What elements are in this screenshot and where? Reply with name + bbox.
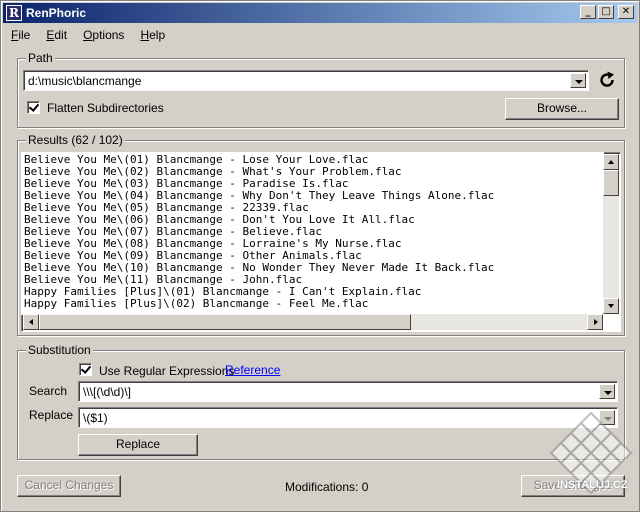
reference-link[interactable]: Reference <box>225 363 280 377</box>
menu-help[interactable]: Help <box>132 25 173 45</box>
scroll-up-icon[interactable] <box>603 154 619 170</box>
replace-label: Replace <box>29 408 74 422</box>
app-window: R RenPhoric _ □ ✕ File Edit Options Help… <box>0 0 640 512</box>
menu-file[interactable]: File <box>3 25 38 45</box>
menu-bar: File Edit Options Help <box>3 25 173 45</box>
flatten-subdirectories-label: Flatten Subdirectories <box>47 101 164 115</box>
app-icon: R <box>6 5 22 21</box>
scroll-right-icon[interactable] <box>587 314 603 330</box>
horizontal-scrollbar[interactable] <box>23 314 603 330</box>
close-button[interactable]: ✕ <box>618 5 634 19</box>
list-item[interactable]: Happy Families [Plus]\(02) Blancmange - … <box>24 298 604 310</box>
search-combobox[interactable]: \\\[(\d\d)\] <box>78 381 618 402</box>
minimize-button[interactable]: _ <box>580 5 596 19</box>
horizontal-scroll-thumb[interactable] <box>39 314 411 330</box>
window-title: RenPhoric <box>26 6 87 20</box>
flatten-subdirectories-checkbox[interactable] <box>27 101 40 114</box>
results-list[interactable]: Believe You Me\(01) Blancmange - Lose Yo… <box>21 152 604 315</box>
results-group-label: Results (62 / 102) <box>26 133 125 147</box>
substitution-group-label: Substitution <box>26 343 93 357</box>
scroll-down-icon[interactable] <box>603 298 619 314</box>
modifications-status: Modifications: 0 <box>285 480 369 494</box>
search-dropdown-arrow-icon[interactable] <box>599 384 615 399</box>
title-bar[interactable]: R RenPhoric _ □ ✕ <box>3 3 637 23</box>
watermark-text: INSTALUJ.CZ <box>557 479 628 491</box>
path-value: d:\music\blancmange <box>28 74 142 88</box>
maximize-button[interactable]: □ <box>598 5 614 19</box>
search-label: Search <box>29 384 68 398</box>
scroll-left-icon[interactable] <box>23 314 39 330</box>
path-group-label: Path <box>26 51 55 65</box>
use-regex-label: Use Regular Expressions <box>99 364 235 378</box>
cancel-changes-button[interactable]: Cancel Changes <box>17 475 121 497</box>
vertical-scroll-thumb[interactable] <box>603 170 619 196</box>
replace-combobox[interactable]: \($1) <box>78 407 618 428</box>
menu-edit[interactable]: Edit <box>38 25 75 45</box>
menu-options[interactable]: Options <box>75 25 132 45</box>
replace-value: \($1) <box>83 411 108 425</box>
path-combobox[interactable]: d:\music\blancmange <box>23 70 589 91</box>
vertical-scrollbar[interactable] <box>603 154 619 314</box>
browse-button[interactable]: Browse... <box>505 98 619 120</box>
search-value: \\\[(\d\d)\] <box>83 385 132 399</box>
use-regex-checkbox[interactable] <box>79 363 92 376</box>
path-dropdown-arrow-icon[interactable] <box>570 73 586 88</box>
replace-button[interactable]: Replace <box>78 434 198 456</box>
refresh-icon[interactable] <box>597 70 617 90</box>
